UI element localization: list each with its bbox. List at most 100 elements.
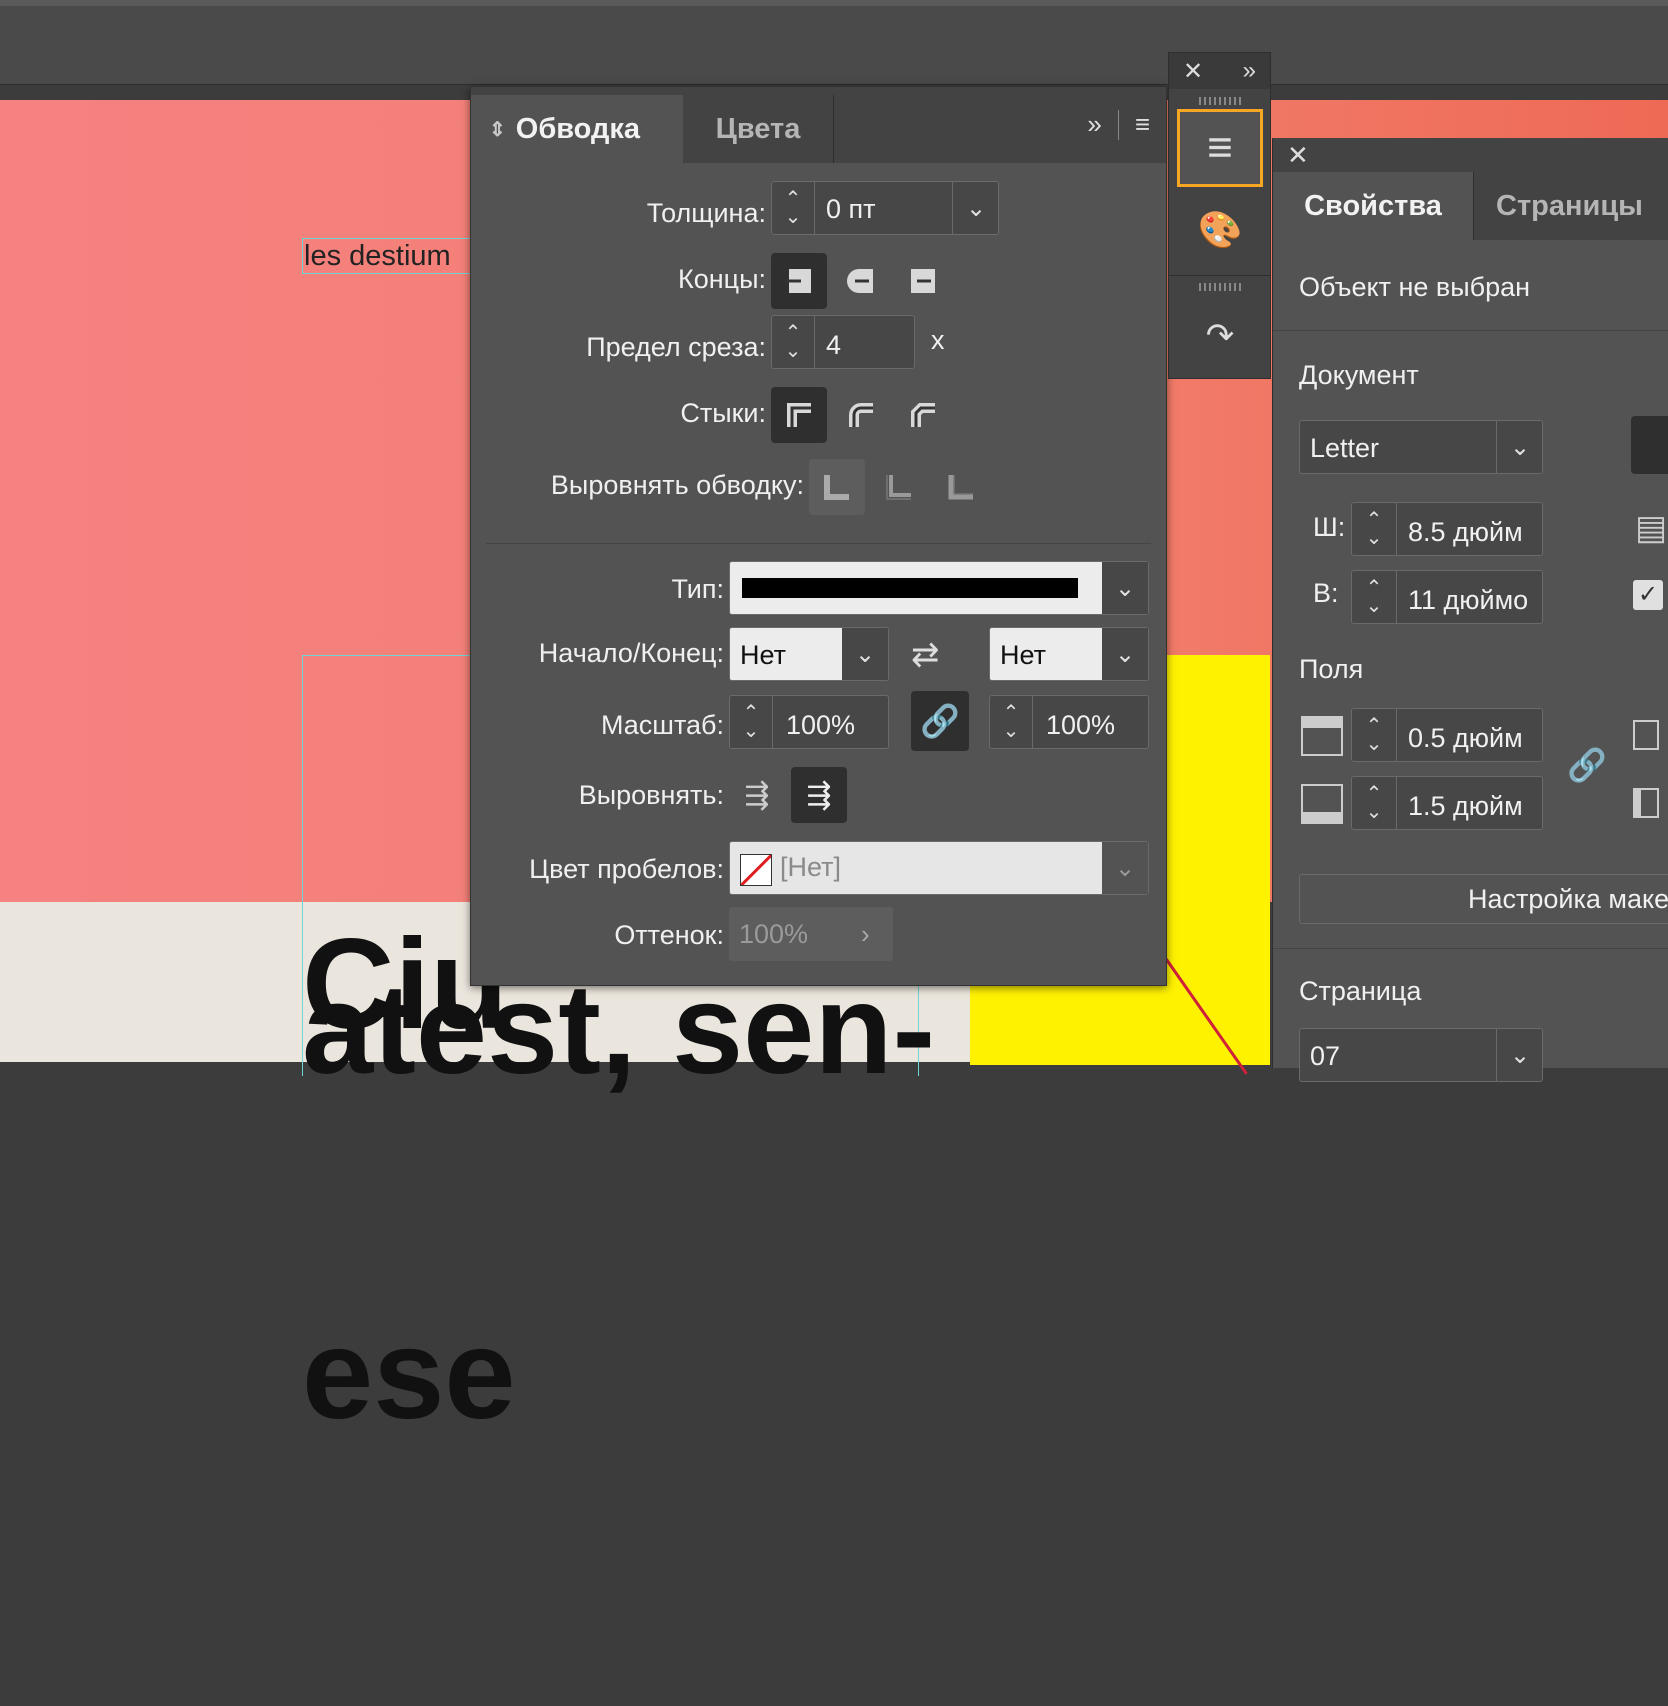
align-label: Выровнять:: [578, 780, 724, 810]
tint-label: Оттенок:: [614, 920, 724, 950]
expand-icon[interactable]: »: [1243, 57, 1256, 85]
align-stroke-inside-icon[interactable]: [871, 459, 927, 515]
height-stepper[interactable]: ⌃ ⌄: [1352, 571, 1397, 623]
margin-bottom-field[interactable]: ⌃ ⌄ 1.5 дюйм: [1351, 776, 1543, 830]
start-dropdown[interactable]: Нет ⌄: [729, 627, 889, 681]
facing-pages-icon[interactable]: ▤: [1635, 508, 1667, 548]
width-stepper[interactable]: ⌃ ⌄: [1352, 503, 1397, 555]
end-dropdown-icon[interactable]: ⌄: [1102, 628, 1148, 680]
width-field[interactable]: ⌃ ⌄ 8.5 дюйм: [1351, 502, 1543, 556]
weight-stepper[interactable]: ⌃ ⌄: [772, 182, 815, 234]
scale-start-value[interactable]: 100%: [786, 710, 855, 741]
application-bar: [0, 0, 1668, 85]
start-value[interactable]: Нет: [740, 640, 786, 671]
weight-dropdown-icon[interactable]: ⌄: [952, 182, 999, 234]
no-selection-text: Объект не выбран: [1299, 272, 1531, 302]
swatches-palette-icon[interactable]: 🎨: [1177, 191, 1263, 269]
end-dropdown[interactable]: Нет ⌄: [989, 627, 1149, 681]
link-scale-icon[interactable]: 🔗: [911, 691, 969, 751]
section-divider: [1273, 948, 1668, 949]
grip-handle[interactable]: [1199, 283, 1243, 291]
expand-panels-icon[interactable]: »: [1087, 109, 1101, 140]
height-field[interactable]: ⌃ ⌄ 11 дюймо: [1351, 570, 1543, 624]
height-value[interactable]: 11 дюймо: [1408, 585, 1540, 616]
chevron-down-icon[interactable]: ⌄: [1366, 802, 1383, 822]
dock-header: ✕ »: [1169, 53, 1270, 89]
gap-color-label: Цвет пробелов:: [529, 854, 724, 884]
start-dropdown-icon[interactable]: ⌄: [842, 628, 888, 680]
type-dropdown[interactable]: ⌄: [729, 561, 1149, 615]
weight-field[interactable]: ⌃ ⌄ 0 пт ⌄: [771, 181, 999, 235]
swap-arrows-icon[interactable]: ⇄: [911, 635, 940, 675]
margin-top-field[interactable]: ⌃ ⌄ 0.5 дюйм: [1351, 708, 1543, 762]
miter-label: Предел среза:: [586, 332, 766, 362]
heading-line-2: ese: [302, 1303, 516, 1446]
top-edge: [0, 0, 1668, 6]
align-extend-icon[interactable]: ⇶: [729, 767, 785, 823]
miter-value[interactable]: 4: [826, 330, 841, 361]
margin-top-value[interactable]: 0.5 дюйм: [1408, 723, 1523, 754]
chevron-down-icon[interactable]: ⌄: [1003, 721, 1020, 741]
tab-swatches[interactable]: Цвета: [683, 95, 834, 163]
weight-value[interactable]: 0 пт: [826, 194, 876, 225]
scale-end-field[interactable]: ⌃ ⌄ 100%: [989, 695, 1149, 749]
align-stroke-center-icon[interactable]: [809, 459, 865, 515]
chevron-down-icon[interactable]: ⌄: [785, 341, 802, 361]
margin-bottom-value[interactable]: 1.5 дюйм: [1408, 791, 1523, 822]
page-dropdown-icon[interactable]: ⌄: [1496, 1029, 1543, 1081]
margin-bottom-stepper[interactable]: ⌃ ⌄: [1352, 777, 1397, 829]
bevel-join-icon[interactable]: [895, 387, 951, 443]
cc-libraries-icon[interactable]: ↷: [1177, 297, 1263, 375]
type-dropdown-icon[interactable]: ⌄: [1102, 562, 1148, 614]
tint-field[interactable]: 100% ›: [729, 907, 893, 961]
chevron-down-icon[interactable]: ⌄: [1366, 734, 1383, 754]
chevron-down-icon[interactable]: ⌄: [785, 207, 802, 227]
document-preset-dropdown[interactable]: Letter ⌄: [1299, 420, 1543, 474]
chevron-down-icon[interactable]: ⌄: [743, 721, 760, 741]
checkbox-checked-icon[interactable]: ✓: [1633, 580, 1663, 610]
gap-color-dropdown-icon[interactable]: ⌄: [1102, 842, 1148, 894]
page-dropdown[interactable]: 07 ⌄: [1299, 1028, 1543, 1082]
miter-field[interactable]: ⌃ ⌄ 4: [771, 315, 915, 369]
preset-value[interactable]: Letter: [1310, 433, 1379, 464]
tab-properties[interactable]: Свойства: [1273, 172, 1473, 240]
projecting-cap-icon[interactable]: [895, 253, 951, 309]
tab-stroke[interactable]: ⇕ Обводка: [471, 95, 683, 163]
stroke-panel-icon[interactable]: ≡: [1177, 109, 1263, 187]
gap-color-dropdown[interactable]: [Нет] ⌄: [729, 841, 1149, 895]
align-fit-icon[interactable]: ⇶: [791, 767, 847, 823]
gap-color-value[interactable]: [Нет]: [780, 852, 841, 883]
chevron-down-icon[interactable]: ⌄: [1366, 528, 1383, 548]
close-icon[interactable]: ✕: [1183, 57, 1203, 86]
preset-dropdown-icon[interactable]: ⌄: [1496, 421, 1543, 473]
scale-start-stepper[interactable]: ⌃ ⌄: [730, 696, 773, 748]
type-label: Тип:: [671, 574, 724, 604]
scale-label: Масштаб:: [600, 710, 724, 740]
close-icon[interactable]: ✕: [1287, 140, 1309, 170]
margin-top-stepper[interactable]: ⌃ ⌄: [1352, 709, 1397, 761]
scale-end-stepper[interactable]: ⌃ ⌄: [990, 696, 1033, 748]
grip-handle[interactable]: [1199, 97, 1243, 105]
scale-start-field[interactable]: ⌃ ⌄ 100%: [729, 695, 889, 749]
collapse-arrows-icon[interactable]: ⇕: [489, 117, 506, 142]
tab-pages[interactable]: Страницы: [1473, 172, 1668, 240]
align-stroke-label: Выровнять обводку:: [550, 470, 804, 500]
section-divider: [1273, 330, 1668, 331]
round-join-icon[interactable]: [833, 387, 889, 443]
panel-menu-icon[interactable]: ≡: [1135, 109, 1150, 140]
scale-end-value[interactable]: 100%: [1046, 710, 1115, 741]
round-cap-icon[interactable]: [833, 253, 889, 309]
portrait-orientation-icon[interactable]: [1631, 416, 1668, 474]
tint-value[interactable]: 100%: [739, 919, 808, 950]
chevron-down-icon[interactable]: ⌄: [1366, 596, 1383, 616]
width-value[interactable]: 8.5 дюйм: [1408, 517, 1523, 548]
layout-adjust-button[interactable]: Настройка макета: [1299, 874, 1668, 924]
unlink-margins-icon[interactable]: 🔗: [1567, 746, 1607, 784]
miter-join-icon[interactable]: [771, 387, 827, 443]
chevron-right-icon[interactable]: ›: [861, 919, 870, 950]
align-stroke-outside-icon[interactable]: [933, 459, 989, 515]
butt-cap-icon[interactable]: [771, 253, 827, 309]
weight-label: Толщина:: [646, 198, 766, 228]
miter-stepper[interactable]: ⌃ ⌄: [772, 316, 815, 368]
end-value[interactable]: Нет: [1000, 640, 1046, 671]
